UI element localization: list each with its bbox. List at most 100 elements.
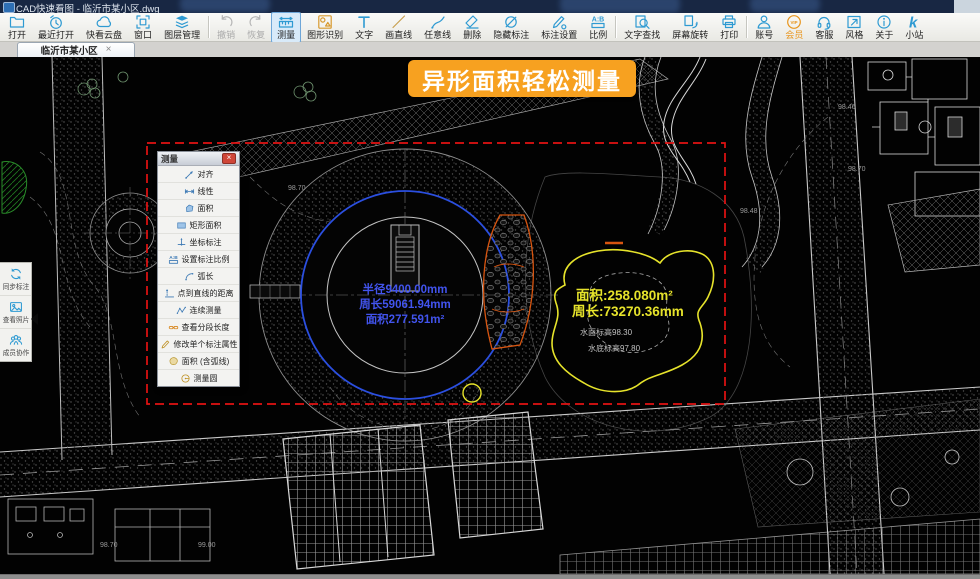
toolbar-button-label: 风格 [845,30,863,40]
measure-panel-item-label: 坐标标注 [190,237,222,248]
measure-panel-item-label: 修改单个标注属性 [174,339,238,350]
tab-drawing[interactable]: 临沂市某小区 × [17,42,135,57]
cad-canvas[interactable]: 半径9400.00mm 周长59061.94mm 面积277.591m² 面积:… [0,57,980,574]
measure-circle-icon [180,373,191,384]
measure-panel-item-modify-annotation[interactable]: 修改单个标注属性 [158,336,239,353]
toolbar-button-draw-line[interactable]: 画直线 [379,12,418,43]
measure-panel-item-point-line-distance[interactable]: 点到直线的距离 [158,285,239,302]
style-icon [846,14,862,30]
toolbar-button-text-search[interactable]: 文字查找 [618,12,666,43]
measure-panel-item-align[interactable]: 对齐 [158,166,239,183]
rect-area-icon [176,220,187,231]
toolbar-button-label: 会员 [785,30,803,40]
toolbar-button-shape-recognition[interactable]: 图形识别 [301,12,349,43]
measure-panel-item-linear[interactable]: 线性 [158,183,239,200]
toolbar-button-label: 画直线 [385,30,412,40]
circle-measure-text: 半径9400.00mm 周长59061.94mm 面积277.591m² [359,282,450,326]
toolbar-button-label: 删除 [463,30,481,40]
measure-panel-close-icon[interactable]: × [222,153,236,164]
toolbar-button-account[interactable]: 账号 [749,12,779,43]
measure-panel-item-arc-length[interactable]: 弧长 [158,268,239,285]
toolbar-button-hide-annotation[interactable]: 隐藏标注 [487,12,535,43]
measure-panel-item-continuous-measure[interactable]: 连续测量 [158,302,239,319]
toolbar-button-open[interactable]: 打开 [2,12,32,43]
measure-panel-item-label: 测量圆 [194,373,218,384]
toolbar-button-cloud-drive[interactable]: 快看云盘 [80,12,128,43]
svg-text:面积277.591m²: 面积277.591m² [366,312,445,326]
toolbar-button-service[interactable]: 客服 [809,12,839,43]
svg-text:98.48: 98.48 [740,208,758,215]
toolbar-button-label: 客服 [815,30,833,40]
tab-label: 临沂市某小区 [41,43,98,57]
toolbar-button-style[interactable]: 风格 [839,12,869,43]
sidebar-item-label: 同步标注 [2,282,29,292]
toolbar-button-layer-manage[interactable]: 图层管理 [158,12,206,43]
measure-panel-item-label: 矩形面积 [190,220,222,231]
toolbar-button-window[interactable]: 窗口 [128,12,158,43]
toolbar-button-free-line[interactable]: 任意线 [418,12,457,43]
toolbar-button-print[interactable]: 打印 [714,12,744,43]
vip-icon [786,14,802,30]
clock-icon [48,14,64,30]
toolbar-button-recent-open[interactable]: 最近打开 [32,12,80,43]
toolbar-button-label: 文字 [355,30,373,40]
point-line-icon [164,288,175,299]
measure-panel-item-segment-length[interactable]: 查看分段长度 [158,319,239,336]
toolbar-button-label: 测量 [277,30,295,40]
toolbar-button-screen-rotate[interactable]: 屏幕旋转 [666,12,714,43]
members-icon [9,333,23,347]
sidebar-item-member-collab[interactable]: 成员协作 [0,329,31,361]
toolbar-button-text[interactable]: 文字 [349,12,379,43]
toolbar-button-label: 隐藏标注 [493,30,529,40]
titlebar-glow [180,0,270,12]
toolbar-button-annotation-settings[interactable]: 标注设置 [535,12,583,43]
tab-close-icon[interactable]: × [106,45,112,55]
measure-panel-item-area-with-arc[interactable]: 面积 (含弧线) [158,353,239,370]
titlebar-corner [954,0,980,13]
sidebar-item-sync-annotation[interactable]: 同步标注 [0,263,31,296]
promo-banner: 异形面积轻松测量 [408,60,636,97]
sidebar-item-view-photo[interactable]: 查看照片 [0,296,31,329]
svg-text:半径9400.00mm: 半径9400.00mm [362,282,447,296]
measure-panel-item-label: 连续测量 [190,305,222,316]
toolbar-button-ksite[interactable]: 小站 [899,12,929,43]
cloud-icon [96,14,112,30]
ruler-icon [278,14,294,30]
cad-drawing: 半径9400.00mm 周长59061.94mm 面积277.591m² 面积:… [0,57,980,574]
pencil-gold-icon [160,339,171,350]
toolbar-button-vip[interactable]: 会员 [779,12,809,43]
svg-text:98.46: 98.46 [838,104,856,111]
measure-panel-item-set-scale[interactable]: 设置标注比例 [158,251,239,268]
toolbar-button-about[interactable]: 关于 [869,12,899,43]
annotation-settings-icon [551,14,567,30]
measure-panel[interactable]: 测量 × 对齐线性面积矩形面积坐标标注设置标注比例弧长点到直线的距离连续测量查看… [157,151,240,387]
continuous-icon [176,305,187,316]
toolbar-button-label: 小站 [905,30,923,40]
svg-text:98.70: 98.70 [100,542,118,549]
measure-panel-item-label: 设置标注比例 [182,254,230,265]
measure-panel-item-label: 弧长 [198,271,214,282]
measure-panel-item-area[interactable]: 面积 [158,200,239,217]
toolbar-button-label: 快看云盘 [86,30,122,40]
arc-icon [184,271,195,282]
toolbar-button-scale[interactable]: 比例 [583,12,613,43]
side-toolbar-collapse-icon[interactable] [31,313,38,325]
main-toolbar: 打开最近打开快看云盘窗口图层管理撤销恢复测量图形识别文字画直线任意线删除隐藏标注… [0,13,980,42]
toolbar-separator [615,16,616,38]
hide-annotation-icon [503,14,519,30]
svg-text:周长59061.94mm: 周长59061.94mm [359,297,450,311]
linear-icon [184,186,195,197]
toolbar-button-delete[interactable]: 删除 [457,12,487,43]
sidebar-item-label: 查看照片 [2,315,29,325]
undo-icon [218,14,234,30]
toolbar-button-measure[interactable]: 测量 [271,12,301,43]
toolbar-button-label: 比例 [589,30,607,40]
measure-panel-item-rect-area[interactable]: 矩形面积 [158,217,239,234]
measure-panel-titlebar[interactable]: 测量 × [158,152,239,166]
measure-panel-item-label: 对齐 [198,169,214,180]
measure-panel-item-coordinate[interactable]: 坐标标注 [158,234,239,251]
coordinate-icon [176,237,187,248]
measure-panel-item-measure-circle[interactable]: 测量圆 [158,370,239,386]
measure-panel-item-label: 面积 [198,203,214,214]
area-icon [184,203,195,214]
